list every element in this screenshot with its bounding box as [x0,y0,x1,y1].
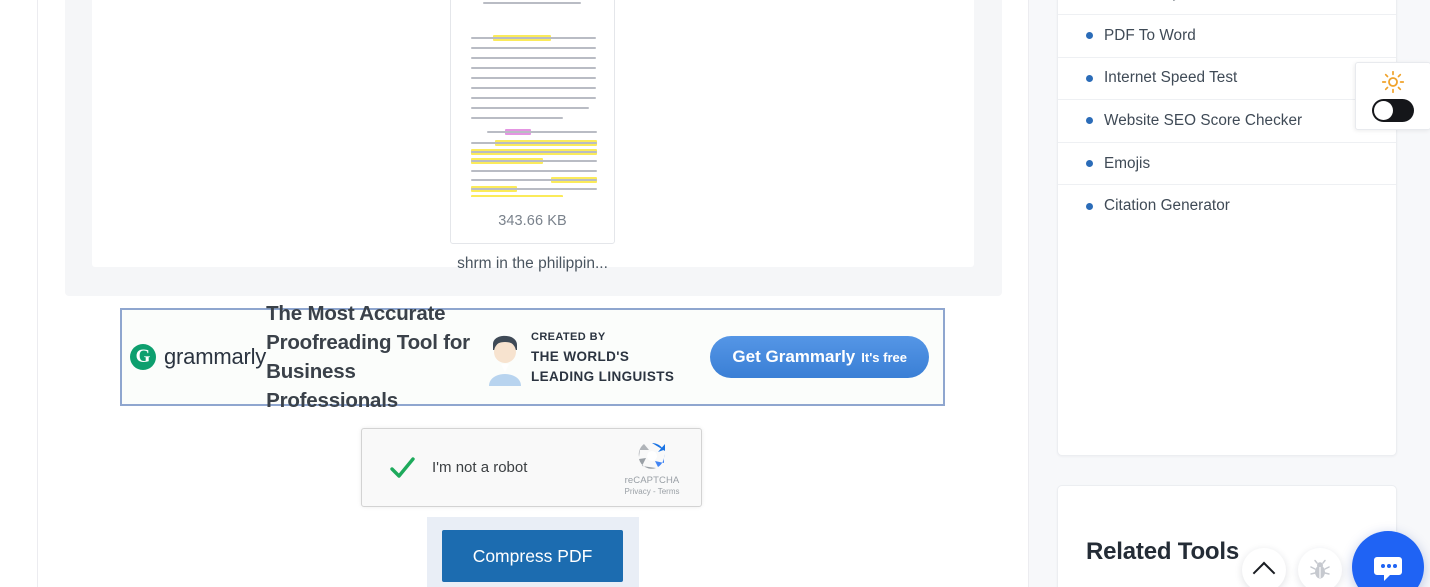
bullet-icon [1086,160,1093,168]
tool-item-8[interactable]: Website SEO Score Checker [1058,99,1396,142]
tool-label: Internet Speed Test [1104,69,1238,87]
green-checkmark-icon[interactable] [388,454,416,482]
main-content-column: 343.66 KB shrm in the philippin... G gra… [38,0,1028,587]
switch-knob [1374,100,1393,120]
related-tools-card: Related Tools Article Rewriter [1057,485,1397,587]
compress-button-container: Compress PDF [427,517,639,587]
chat-bubble-icon [1374,557,1402,581]
grammarly-logo: G grammarly [130,344,266,370]
tool-item-5[interactable]: What is My IP [1058,0,1396,14]
related-tools-list: Article Rewriter [1058,580,1396,587]
ad-headline: The Most Accurate Proofreading Tool for … [266,302,470,412]
compress-pdf-button[interactable]: Compress PDF [442,530,623,582]
grammarly-brand-text: grammarly [164,344,267,369]
popular-tools-card: AI Detector Free Grammar Checker Reverse… [1057,0,1397,456]
recaptcha-privacy-link[interactable]: Privacy [625,487,651,496]
uploaded-files-dropzone[interactable]: 343.66 KB shrm in the philippin... [92,0,974,272]
file-tile[interactable]: 343.66 KB shrm in the philippin... [450,0,615,273]
dark-mode-switch[interactable] [1372,98,1414,122]
ad-subheading-line2: THE WORLD'S [530,349,630,364]
bullet-icon [1086,74,1093,82]
get-grammarly-label: Get Grammarly [732,347,856,366]
chevron-up-icon [1252,561,1276,584]
get-grammarly-button[interactable]: Get Grammarly It's free [710,336,929,378]
tool-label: Website SEO Score Checker [1104,111,1303,129]
file-size: 343.66 KB [498,213,567,229]
tool-label: PDF To Word [1104,26,1196,44]
ad-subheading-line3: LEADING LINGUISTS [530,369,675,384]
bullet-icon [1086,32,1093,40]
tool-label: Citation Generator [1104,197,1230,215]
grammarly-logo-icon: G [130,344,156,370]
ad-subheading-line1: CREATED BY [530,331,606,343]
recaptcha-terms-link[interactable]: Terms [658,487,680,496]
recaptcha-logo-icon [635,439,669,473]
grammarly-ad-banner[interactable]: G grammarly The Most Accurate Proofreadi… [120,302,945,412]
file-thumbnail[interactable]: 343.66 KB [450,0,615,244]
recaptcha-branding: reCAPTCHA Privacy - Terms [614,439,690,496]
tool-item-10[interactable]: Citation Generator [1058,184,1396,227]
file-name: shrm in the philippin... [457,255,608,272]
ad-subheading: CREATED BY THE WORLD'S LEADING LINGUISTS [531,327,710,387]
tool-label: What is My IP [1104,0,1199,2]
scroll-to-top-button[interactable] [1242,548,1286,587]
tool-item-9[interactable]: Emojis [1058,141,1396,185]
theme-toggle-panel[interactable] [1355,62,1430,130]
get-grammarly-sublabel: It's free [861,350,907,365]
bug-icon [1310,559,1330,579]
tool-label: Emojis [1104,154,1151,172]
accessibility-button[interactable] [1298,548,1342,587]
recaptcha-label: I'm not a robot [432,459,528,476]
sun-icon [1381,70,1405,93]
tool-item-7[interactable]: Internet Speed Test [1058,56,1396,100]
uploaded-files-card: 343.66 KB shrm in the philippin... [65,0,1002,296]
recaptcha-widget[interactable]: I'm not a robot reCAPTCHA Privacy - Term… [361,428,702,507]
recaptcha-terms: Privacy - Terms [614,487,690,496]
page-root: 343.66 KB shrm in the philippin... G gra… [0,0,1430,587]
recaptcha-brand-name: reCAPTCHA [624,475,680,486]
bullet-icon [1086,202,1093,210]
related-item-1[interactable]: Article Rewriter [1058,580,1396,587]
document-thumbnail-icon [461,0,604,197]
tools-list: AI Detector Free Grammar Checker Reverse… [1058,0,1396,227]
recaptcha-separator: - [652,487,656,496]
related-tools-title: Related Tools [1086,538,1239,565]
linguist-avatar-icon [483,328,527,386]
bullet-icon [1086,117,1093,125]
tool-item-6[interactable]: PDF To Word [1058,13,1396,57]
